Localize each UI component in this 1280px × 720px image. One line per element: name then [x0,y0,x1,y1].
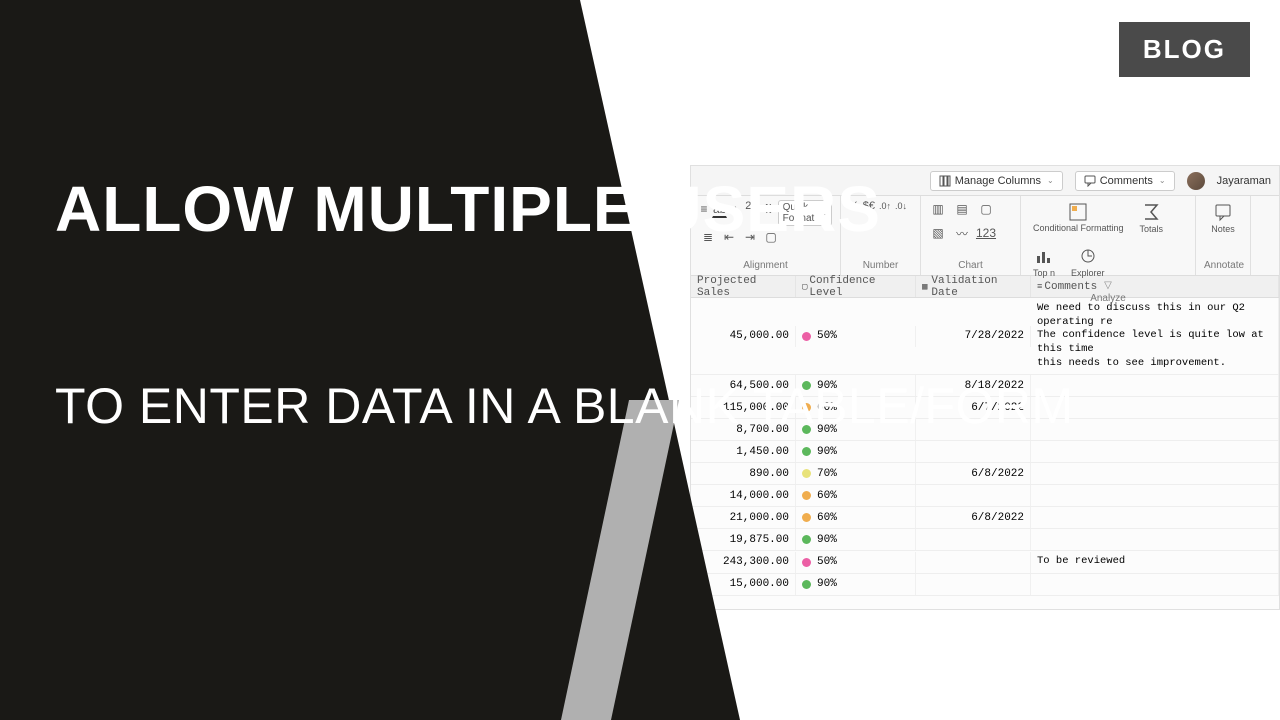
user-name: Jayaraman [1217,175,1271,187]
cf-label: Conditional Formatting [1033,224,1124,233]
col-validation-date[interactable]: ▦Validation Date [916,276,1031,297]
table-header: Projected Sales ▢Confidence Level ▦Valid… [691,276,1279,298]
confidence-dot [802,491,811,500]
notes-button[interactable]: Notes [1204,200,1242,236]
stacked-chart-icon[interactable]: ▤ [953,200,971,218]
annotate-group-label: Annotate [1204,258,1242,271]
cell-date[interactable] [916,485,1031,506]
confidence-dot [802,580,811,589]
manage-columns-label: Manage Columns [955,175,1041,187]
cell-date[interactable] [916,552,1031,573]
ribbon-group-annotate: Notes Annotate [1196,196,1251,275]
confidence-dot [802,332,811,341]
cell-confidence[interactable]: 90% [796,574,916,595]
cell-comment[interactable] [1031,529,1279,550]
blog-badge: BLOG [1119,22,1250,77]
cell-sales[interactable]: 890.00 [691,463,796,484]
table-row[interactable]: 14,000.0060% [691,485,1279,507]
confidence-dot [802,447,811,456]
ribbon-group-analyze: Conditional Formatting Totals Top n Expl… [1021,196,1196,275]
table-row[interactable]: 45,000.0050%7/28/2022We need to discuss … [691,298,1279,375]
cell-sales[interactable]: 243,300.00 [691,552,796,573]
cell-sales[interactable]: 45,000.00 [691,326,796,347]
totals-label: Totals [1140,224,1164,234]
comment-icon [1084,175,1096,187]
table-row[interactable]: 19,875.0090% [691,529,1279,551]
table-row[interactable]: 15,000.0090% [691,574,1279,596]
table-row[interactable]: 1,450.0090% [691,441,1279,463]
title-sub: TO ENTER DATA IN A BLANK TABLE/FORM [55,375,1074,438]
table-row[interactable]: 21,000.0060%6/8/2022 [691,507,1279,529]
sigma-icon [1141,202,1161,222]
cell-confidence[interactable]: 50% [796,326,916,347]
cell-confidence[interactable]: 60% [796,485,916,506]
cell-confidence[interactable]: 50% [796,552,916,573]
avatar[interactable] [1187,172,1205,190]
cell-date[interactable] [916,529,1031,550]
trend-icon[interactable]: 〰 [953,224,971,242]
cell-sales[interactable]: 1,450.00 [691,441,796,462]
chevron-down-icon: ⌄ [1047,176,1054,185]
confidence-dot [802,513,811,522]
cell-comment[interactable] [1031,507,1279,528]
manage-columns-button[interactable]: Manage Columns ⌄ [930,171,1063,191]
totals-button[interactable]: Totals [1136,200,1168,236]
alignment-group-label: Alignment [699,258,832,271]
table-row[interactable]: 890.0070%6/8/2022 [691,463,1279,485]
explorer-button[interactable]: Explorer [1067,244,1109,280]
conditional-formatting-icon [1068,202,1088,222]
notes-label: Notes [1211,224,1235,234]
cell-comment[interactable] [1031,574,1279,595]
cell-confidence[interactable]: 90% [796,441,916,462]
notes-icon [1213,202,1233,222]
table-body: 45,000.0050%7/28/2022We need to discuss … [691,298,1279,596]
table-row[interactable]: 243,300.0050% To be reviewed [691,551,1279,574]
cell-confidence[interactable]: 60% [796,507,916,528]
confidence-dot [802,535,811,544]
cell-comment[interactable]: We need to discuss this in our Q2 operat… [1031,298,1279,374]
confidence-dot [802,469,811,478]
topn-button[interactable]: Top n [1029,244,1059,280]
conditional-formatting-button[interactable]: Conditional Formatting [1029,200,1128,235]
confidence-dot [802,558,811,567]
cell-comment[interactable] [1031,485,1279,506]
col-projected-sales[interactable]: Projected Sales [691,276,796,297]
cell-sales[interactable]: 19,875.00 [691,529,796,550]
cell-comment[interactable] [1031,441,1279,462]
comments-button[interactable]: Comments ⌄ [1075,171,1175,191]
area-chart-icon[interactable]: ▧ [929,224,947,242]
cell-comment[interactable] [1031,463,1279,484]
columns-icon [939,175,951,187]
explorer-icon [1078,246,1098,266]
cell-sales[interactable]: 21,000.00 [691,507,796,528]
title-main: ALLOW MULTIPLE USERS [55,175,881,244]
chart-group-label: Chart [929,258,1012,271]
cell-date[interactable]: 7/28/2022 [916,326,1031,347]
cell-date[interactable] [916,441,1031,462]
topn-icon [1034,246,1054,266]
col-confidence-level[interactable]: ▢Confidence Level [796,276,916,297]
number-group-label: Number [849,258,912,271]
comments-label: Comments [1100,175,1153,187]
cell-date[interactable]: 6/8/2022 [916,507,1031,528]
col-comments[interactable]: ≡Comments [1031,276,1279,297]
number-icon[interactable]: 123 [977,224,995,242]
cell-comment[interactable]: To be reviewed [1031,551,1279,573]
line-chart-icon[interactable]: ▢ [977,200,995,218]
cell-confidence[interactable]: 90% [796,529,916,550]
cell-sales[interactable]: 14,000.00 [691,485,796,506]
cell-confidence[interactable]: 70% [796,463,916,484]
cell-date[interactable]: 6/8/2022 [916,463,1031,484]
bar-chart-icon[interactable]: ▥ [929,200,947,218]
ribbon-group-chart: ▥ ▤ ▢ ▧ 〰 123 Chart [921,196,1021,275]
cell-date[interactable] [916,574,1031,595]
chevron-down-icon: ⌄ [1159,176,1166,185]
